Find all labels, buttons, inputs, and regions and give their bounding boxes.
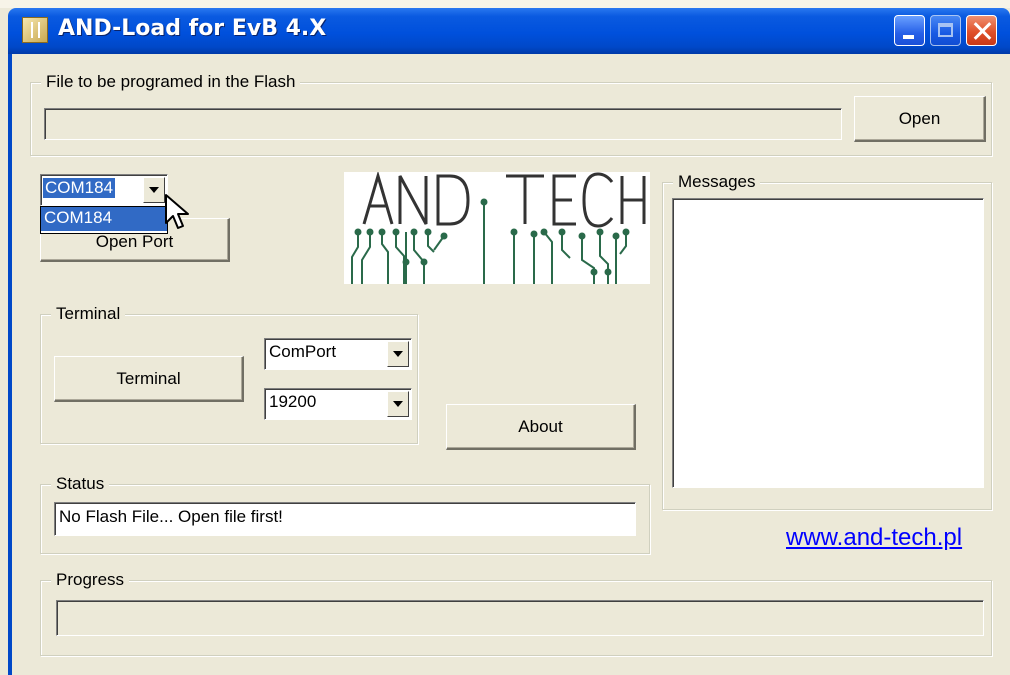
terminal-port-value: ComPort: [269, 342, 337, 361]
terminal-port-select[interactable]: ComPort: [264, 338, 412, 370]
about-button[interactable]: About: [446, 404, 636, 450]
top-strip: [0, 0, 1010, 8]
chevron-down-icon[interactable]: [387, 391, 409, 417]
terminal-legend: Terminal: [51, 304, 126, 324]
maximize-button[interactable]: [930, 15, 961, 46]
mouse-cursor-icon: [165, 194, 189, 229]
open-port-label: Open Port: [95, 232, 174, 251]
com-port-option[interactable]: COM184: [41, 207, 167, 231]
com-port-select[interactable]: COM184: [40, 174, 168, 206]
title-bar[interactable]: AND-Load for EvB 4.X: [8, 8, 1010, 54]
chevron-down-icon[interactable]: [143, 177, 165, 203]
close-button[interactable]: [966, 15, 997, 46]
chevron-down-icon[interactable]: [387, 341, 409, 367]
flash-file-path-field[interactable]: [44, 108, 842, 140]
progress-legend: Progress: [51, 570, 130, 590]
status-legend: Status: [51, 474, 110, 494]
app-icon: [22, 17, 48, 43]
minimize-button[interactable]: [894, 15, 925, 46]
open-button[interactable]: Open: [854, 96, 986, 142]
status-field: No Flash File... Open file first!: [54, 502, 636, 536]
baud-rate-select[interactable]: 19200: [264, 388, 412, 420]
baud-rate-value: 19200: [269, 392, 317, 411]
progress-bar: [56, 600, 984, 636]
com-port-dropdown-list[interactable]: COM184: [40, 206, 168, 234]
terminal-button[interactable]: Terminal: [54, 356, 244, 402]
website-link[interactable]: www.and-tech.pl: [786, 524, 962, 552]
flash-file-legend: File to be programed in the Flash: [41, 72, 301, 92]
com-port-selected: COM184: [43, 178, 116, 198]
messages-textarea[interactable]: [672, 198, 984, 488]
window-title: AND-Load for EvB 4.X: [58, 16, 327, 41]
and-tech-logo: [344, 172, 650, 284]
messages-legend: Messages: [673, 172, 761, 192]
status-text: No Flash File... Open file first!: [59, 507, 283, 526]
